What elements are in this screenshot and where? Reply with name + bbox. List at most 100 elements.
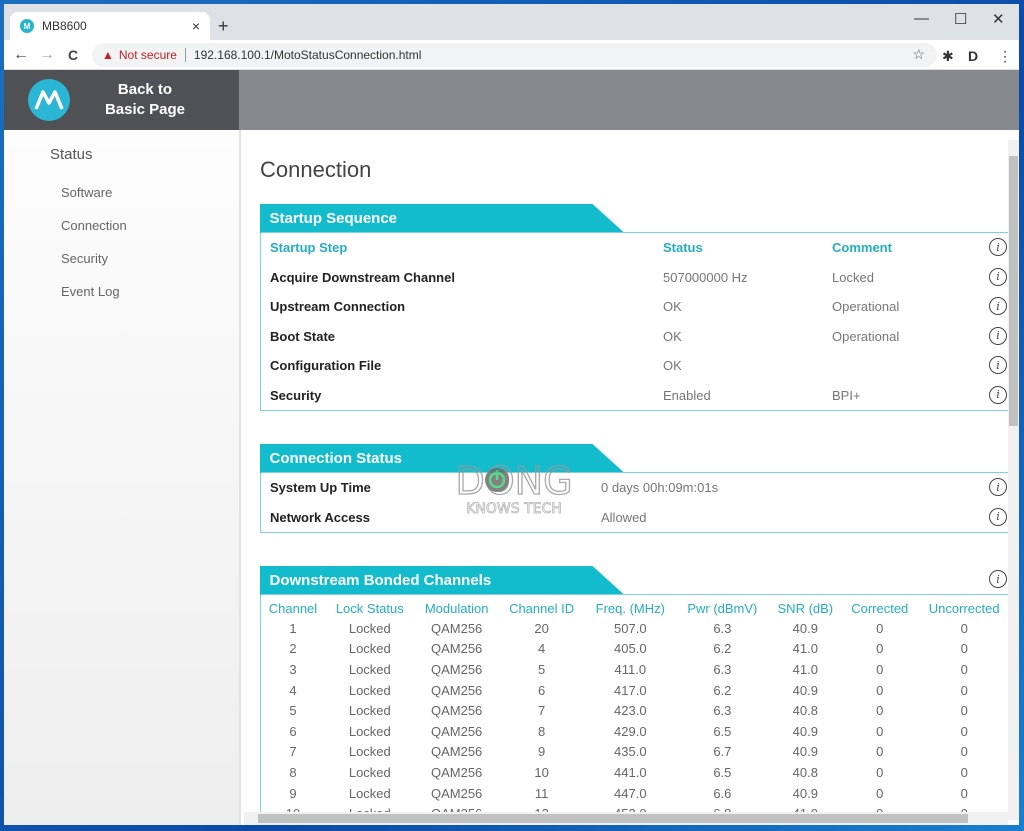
table-cell: 0 <box>876 703 884 719</box>
forward-arrow-icon[interactable]: → <box>34 46 60 64</box>
menu-icon[interactable]: ⋮ <box>998 48 1012 65</box>
table-row: 5 Locked QAM256 7 423.0 6.3 40.8 0 0 <box>261 700 1008 721</box>
table-cell: 0 <box>876 661 884 677</box>
startup-step: Boot State <box>270 328 335 344</box>
table-cell: 20 <box>534 620 549 636</box>
table-cell: 429.0 <box>614 723 647 739</box>
table-cell: QAM256 <box>430 744 483 760</box>
table-row: 9 Locked QAM256 11 447.0 6.6 40.9 0 0 <box>261 783 1008 804</box>
reload-icon[interactable]: C <box>60 47 86 63</box>
table-cell: 0 <box>960 620 968 636</box>
sidebar-section-status[interactable]: Status <box>50 146 93 163</box>
table-row: 4 Locked QAM256 6 417.0 6.2 40.9 0 0 <box>261 680 1008 701</box>
extensions-icon[interactable]: ✱ <box>942 48 954 65</box>
table-cell: 6.5 <box>713 764 732 780</box>
connection-status-section: Connection Status System Up Time 0 days … <box>260 444 1008 533</box>
startup-status: OK <box>663 358 682 373</box>
startup-status: 507000000 Hz <box>663 269 748 285</box>
startup-status: OK <box>663 328 682 344</box>
info-icon[interactable]: i <box>989 385 1007 404</box>
table-cell: 0 <box>960 641 968 657</box>
horizontal-scroll-thumb[interactable] <box>258 814 968 823</box>
not-secure-label[interactable]: Not secure <box>119 48 177 62</box>
sidebar-item-software[interactable]: Software <box>61 185 112 200</box>
table-cell: 0 <box>960 703 968 719</box>
info-icon[interactable]: i <box>989 478 1007 496</box>
startup-row: Upstream Connection OK Operational i <box>261 292 1008 322</box>
table-cell: 5 <box>537 661 546 677</box>
maximize-button[interactable]: ☐ <box>954 10 967 28</box>
table-cell: 40.8 <box>792 764 818 780</box>
table-cell: 423.0 <box>614 703 647 719</box>
table-cell: 435.0 <box>614 744 647 760</box>
table-cell: 0 <box>960 744 968 760</box>
sidebar-item-event-log[interactable]: Event Log <box>61 284 120 299</box>
connection-row: System Up Time 0 days 00h:09m:01s i <box>261 473 1008 503</box>
table-row: 7 Locked QAM256 9 435.0 6.7 40.9 0 0 <box>261 742 1008 763</box>
table-row: 6 Locked QAM256 8 429.0 6.5 40.9 0 0 <box>261 721 1008 742</box>
table-cell: 10 <box>534 764 549 780</box>
table-cell: 40.9 <box>792 744 818 760</box>
info-icon[interactable]: i <box>989 356 1007 374</box>
back-line-1: Back to <box>117 81 173 98</box>
info-icon[interactable]: i <box>989 570 1007 588</box>
table-cell: 40.8 <box>792 703 818 719</box>
table-cell: 40.9 <box>792 785 818 801</box>
info-icon[interactable]: i <box>989 326 1007 345</box>
table-cell: 447.0 <box>614 785 647 801</box>
tab-close-icon[interactable]: × <box>192 18 200 34</box>
table-cell: 0 <box>960 661 968 677</box>
column-header: Pwr (dBmV) <box>687 600 758 616</box>
main-content: Connection Startup Sequence Startup Step… <box>244 130 1008 812</box>
connection-label: Network Access <box>270 509 370 525</box>
info-icon[interactable]: i <box>989 267 1007 286</box>
vertical-scroll-thumb[interactable] <box>1009 156 1018 426</box>
profile-extension-icon[interactable]: D <box>968 48 978 64</box>
sidebar-item-security[interactable]: Security <box>61 251 108 266</box>
info-icon[interactable]: i <box>989 507 1007 526</box>
address-bar[interactable]: ▲ Not secure 192.168.100.1/MotoStatusCon… <box>92 43 937 67</box>
table-cell: 7 <box>289 744 297 760</box>
table-cell: Locked <box>348 723 391 739</box>
startup-step: Security <box>270 387 322 403</box>
table-cell: QAM256 <box>430 682 483 698</box>
table-cell: 41.0 <box>769 803 842 812</box>
startup-row: Boot State OK Operational i <box>261 322 1008 352</box>
page: Back to Basic Page Status Software Conne… <box>4 70 1019 825</box>
back-to-basic-button[interactable]: Back to Basic Page <box>4 70 239 130</box>
table-row: 1 Locked QAM256 20 507.0 6.3 40.9 0 0 <box>261 618 1008 639</box>
table-row: 10LockedQAM25612453.06.841.000 <box>261 803 1008 812</box>
new-tab-button[interactable]: + <box>218 16 229 37</box>
table-cell: 4 <box>289 682 297 698</box>
table-cell: QAM256 <box>430 641 483 657</box>
table-cell: 0 <box>876 785 884 801</box>
minimize-button[interactable]: — <box>914 10 929 27</box>
horizontal-scrollbar[interactable] <box>244 812 1008 825</box>
table-cell: 6.3 <box>713 620 732 636</box>
column-header: Uncorrected <box>928 600 1000 616</box>
table-cell: 5 <box>289 703 297 719</box>
table-cell: QAM256 <box>430 620 483 636</box>
table-cell: QAM256 <box>430 723 483 739</box>
vertical-scrollbar[interactable] <box>1008 140 1019 820</box>
tab-mb8600[interactable]: M MB8600 × <box>10 12 210 40</box>
close-window-button[interactable]: ✕ <box>992 10 1005 28</box>
sidebar-item-connection[interactable]: Connection <box>61 218 127 233</box>
table-cell: 6.7 <box>713 744 732 760</box>
startup-comment: BPI+ <box>832 387 861 403</box>
browser-window: M MB8600 × + — ☐ ✕ ← → C ▲ Not secure 19… <box>4 4 1019 825</box>
info-icon[interactable]: i <box>989 238 1007 256</box>
sidebar: Status Software Connection Security Even… <box>4 130 241 825</box>
table-cell: QAM256 <box>430 764 483 780</box>
motorola-logo-icon <box>28 79 70 121</box>
url-text[interactable]: 192.168.100.1/MotoStatusConnection.html <box>194 48 421 62</box>
bookmark-star-icon[interactable]: ☆ <box>912 46 925 63</box>
column-header: Freq. (MHz) <box>595 600 665 616</box>
table-cell: 405.0 <box>614 641 647 657</box>
back-line-2: Basic Page <box>104 101 186 118</box>
downstream-table: Channel Lock Status Modulation Channel ID Fr… <box>261 598 1008 813</box>
info-icon[interactable]: i <box>989 297 1007 315</box>
connection-value: Allowed <box>601 509 647 525</box>
back-arrow-icon[interactable]: ← <box>8 46 34 64</box>
connection-value: 0 days 00h:09m:01s <box>601 480 719 495</box>
